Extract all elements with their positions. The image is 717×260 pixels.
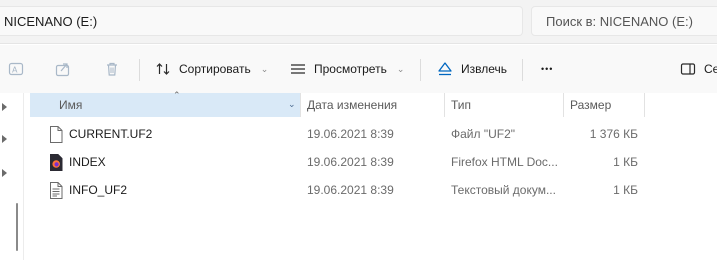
svg-text:A: A	[12, 66, 18, 75]
toolbar-divider	[522, 59, 523, 81]
trash-icon	[107, 62, 117, 76]
view-button[interactable]: Просмотреть ⌄	[290, 45, 404, 93]
file-row[interactable]: INFO_UF2 19.06.2021 8:39 Текстовый докум…	[30, 176, 717, 204]
rename-button[interactable]: A	[8, 45, 24, 93]
file-row[interactable]: INDEX 19.06.2021 8:39 Firefox HTML Doc..…	[30, 148, 717, 176]
file-size: 1 376 КБ	[589, 127, 638, 141]
file-type: Файл "UF2"	[451, 127, 516, 141]
column-header-size[interactable]: Размер	[564, 93, 644, 117]
rename-icon: A	[8, 62, 24, 76]
column-name-label: Имя	[59, 98, 83, 112]
address-path: NICENANO (E:)	[4, 13, 98, 29]
search-placeholder: Поиск в: NICENANO (E:)	[546, 13, 693, 29]
file-row[interactable]: CURRENT.UF2 19.06.2021 8:39 Файл "UF2" 1…	[30, 120, 717, 148]
chevron-down-icon: ⌄	[396, 63, 405, 74]
sort-label: Сортировать	[179, 62, 251, 76]
details-pane-button[interactable]: Се	[680, 45, 717, 93]
expand-arrow-icon[interactable]	[2, 169, 7, 177]
column-divider[interactable]	[644, 93, 645, 117]
column-size-label: Размер	[570, 98, 612, 112]
navigation-pane[interactable]	[0, 93, 24, 260]
file-name-cell: INFO_UF2	[49, 176, 127, 204]
more-options-button[interactable]: •••	[541, 45, 553, 93]
eject-label: Извлечь	[461, 62, 508, 76]
file-size: 1 КБ	[613, 155, 638, 169]
view-label: Просмотреть	[314, 62, 387, 76]
column-type-label: Тип	[451, 98, 472, 112]
address-row: NICENANO (E:) Поиск в: NICENANO (E:)	[0, 0, 717, 44]
expand-arrow-icon[interactable]	[2, 103, 7, 111]
chevron-down-icon: ⌄	[260, 63, 269, 74]
firefox-html-icon	[50, 153, 63, 171]
share-icon	[55, 63, 70, 77]
more-options-icon: •••	[541, 64, 554, 74]
toolbar-divider	[139, 59, 140, 81]
command-bar: A Сортировать ⌄ Просмотреть ⌄ Извлечь ••…	[0, 45, 717, 93]
address-bar[interactable]: NICENANO (E:)	[0, 6, 523, 36]
column-header-name[interactable]: Имя	[30, 93, 300, 117]
file-name: INDEX	[69, 155, 106, 169]
delete-button[interactable]	[104, 45, 120, 93]
sort-ascending-icon: ⌃	[173, 90, 181, 100]
expand-arrow-icon[interactable]	[2, 135, 7, 143]
file-type: Текстовый докум...	[451, 183, 556, 197]
file-size: 1 КБ	[613, 183, 638, 197]
details-pane-icon	[680, 63, 696, 75]
column-date-label: Дата изменения	[307, 98, 398, 112]
column-header-type[interactable]: Тип	[445, 93, 563, 117]
file-date: 19.06.2021 8:39	[307, 127, 394, 141]
file-name-cell: INDEX	[49, 148, 106, 176]
file-date: 19.06.2021 8:39	[307, 183, 394, 197]
nav-scrollbar[interactable]	[16, 203, 18, 251]
file-name: CURRENT.UF2	[69, 127, 153, 141]
details-pane-label: Се	[704, 62, 717, 76]
toolbar-divider	[420, 59, 421, 81]
file-name: INFO_UF2	[69, 183, 128, 197]
search-input[interactable]: Поиск в: NICENANO (E:)	[531, 6, 717, 36]
sort-button[interactable]: Сортировать ⌄	[155, 45, 268, 93]
eject-icon	[438, 62, 452, 76]
sort-icon	[156, 63, 170, 75]
view-lines-icon	[291, 64, 305, 74]
text-document-icon	[50, 181, 63, 199]
eject-button[interactable]: Извлечь	[437, 45, 507, 93]
column-header-date[interactable]: Дата изменения	[301, 93, 443, 117]
file-name-cell: CURRENT.UF2	[49, 120, 152, 148]
chevron-down-icon[interactable]: ⌄	[288, 99, 296, 110]
file-icon	[50, 125, 63, 143]
share-button[interactable]	[55, 45, 71, 93]
file-date: 19.06.2021 8:39	[307, 155, 394, 169]
file-type: Firefox HTML Doc...	[451, 155, 558, 169]
